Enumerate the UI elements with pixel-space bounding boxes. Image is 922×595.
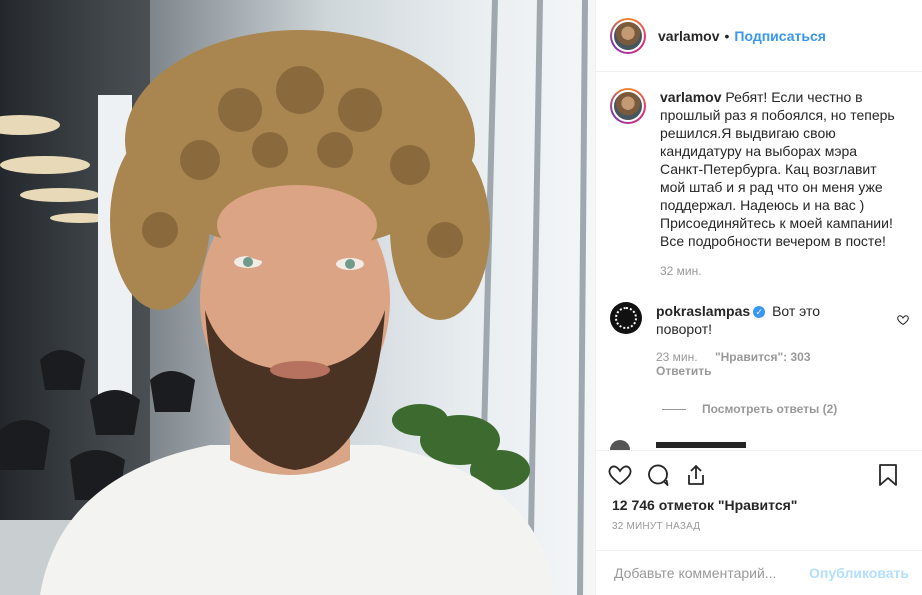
next-comment-partial [610, 440, 746, 450]
view-replies-button[interactable]: Посмотреть ответы (2) [662, 402, 837, 416]
share-icon[interactable] [684, 463, 708, 487]
separator-dot: • [724, 27, 730, 44]
caption-avatar[interactable] [610, 88, 646, 124]
replies-divider [662, 408, 686, 410]
caption-text-block: varlamov Ребят! Если честно в прошлый ра… [660, 88, 900, 250]
comments-section[interactable]: varlamov Ребят! Если честно в прошлый ра… [596, 72, 922, 450]
instagram-post: varlamov • Подписаться varlamov Ребят! Е… [0, 0, 922, 595]
commenter-avatar[interactable] [610, 302, 642, 334]
view-replies-label: Посмотреть ответы (2) [702, 402, 838, 416]
action-bar: 12 746 отметок "Нравится" 32 МИНУТ НАЗАД [596, 450, 922, 532]
post-header: varlamov • Подписаться [596, 0, 922, 72]
comment-meta: 23 мин. "Нравится": 303 [656, 350, 876, 364]
post-sidebar: varlamov • Подписаться varlamov Ребят! Е… [595, 0, 922, 595]
caption: varlamov Ребят! Если честно в прошлый ра… [610, 88, 900, 278]
comment-icon[interactable] [646, 463, 670, 487]
comment-input[interactable] [612, 564, 810, 582]
post-photo[interactable] [0, 0, 595, 595]
heart-icon[interactable] [608, 463, 632, 487]
author-avatar[interactable] [610, 17, 646, 54]
comment-item: pokraslampas ✓ Вот это поворот! 23 мин. "… [610, 302, 876, 378]
caption-text: Ребят! Если честно в прошлый раз я побоя… [660, 89, 895, 249]
action-icons [596, 451, 922, 499]
caption-meta: 32 мин. [660, 264, 900, 278]
author-username[interactable]: varlamov [658, 28, 719, 44]
caption-username[interactable]: varlamov [660, 89, 721, 105]
bookmark-icon[interactable] [877, 463, 899, 487]
add-comment-bar: Опубликовать [596, 550, 922, 595]
caption-time[interactable]: 32 мин. [660, 264, 702, 278]
commenter-username[interactable]: pokraslampas [656, 303, 750, 319]
follow-button[interactable]: Подписаться [734, 28, 826, 44]
partial-avatar [610, 440, 630, 450]
publish-button[interactable]: Опубликовать [809, 565, 909, 581]
likes-count[interactable]: 12 746 отметок "Нравится" [596, 497, 922, 513]
comment-time[interactable]: 23 мин. [656, 350, 698, 364]
verified-badge-icon: ✓ [753, 306, 766, 319]
comment-text-block: pokraslampas ✓ Вот это поворот! [656, 302, 876, 338]
comment-likes[interactable]: "Нравится": 303 [715, 350, 811, 364]
photo-illustration [0, 0, 588, 595]
small-heart-icon[interactable] [897, 314, 909, 326]
partial-text [656, 442, 746, 448]
posted-time[interactable]: 32 МИНУТ НАЗАД [596, 521, 922, 532]
reply-button[interactable]: Ответить [656, 364, 876, 378]
